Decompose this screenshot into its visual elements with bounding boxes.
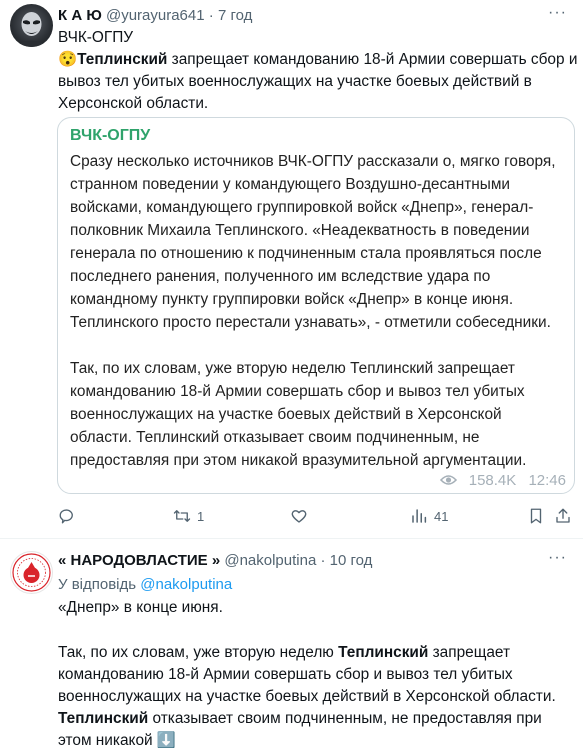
tweet-text-line-1: «Днепр» в конце июня. (58, 599, 223, 616)
reply-button[interactable] (58, 507, 82, 525)
bookmark-button[interactable] (527, 507, 545, 525)
user-avatar[interactable] (10, 4, 53, 47)
reply-handle-link[interactable]: @nakolputina (140, 576, 232, 593)
masked-figure-avatar-icon (14, 12, 49, 47)
card-title: ВЧК-ОГПУ (70, 127, 151, 144)
heart-icon (291, 510, 307, 523)
like-button[interactable] (290, 507, 314, 525)
narodovlastie-logo-icon (12, 553, 51, 592)
tweet-header: К А Ю @yurayura641 · 7 год (58, 6, 252, 26)
bookmark-icon (530, 508, 542, 524)
share-button[interactable] (554, 507, 572, 525)
card-paragraph-2: Так, по их словам, уже вторую неделю Теп… (70, 360, 527, 469)
display-name[interactable]: К А Ю (58, 7, 102, 24)
tweet-paragraph-3: Теплинский отказывает своим подчиненным,… (58, 708, 578, 748)
views-button[interactable]: 41 (410, 507, 448, 525)
retweet-icon (173, 510, 191, 522)
retweet-button[interactable]: 1 (173, 507, 204, 525)
card-views: 158.4K (468, 472, 517, 489)
emoji: 😯 (58, 51, 78, 68)
tweet-actions: 1 41 (58, 505, 570, 529)
bold-name: Теплинский (58, 710, 149, 727)
share-icon (556, 508, 570, 523)
view-count: 41 (434, 508, 449, 524)
tweet-header: « НАРОДОВЛАСТИЕ » @nakolputina · 10 год (58, 551, 372, 571)
reply-context: У відповідь @nakolputina (58, 576, 232, 593)
display-name[interactable]: « НАРОДОВЛАСТИЕ » (58, 552, 220, 569)
card-paragraph-1: Сразу несколько источников ВЧК-ОГПУ расс… (70, 153, 556, 331)
retweet-count: 1 (197, 508, 205, 524)
user-handle[interactable]: @yurayura641 (106, 7, 205, 24)
card-text: Сразу несколько источников ВЧК-ОГПУ расс… (70, 150, 566, 472)
user-handle[interactable]: @nakolputina (224, 552, 316, 569)
tweet-text: Так, по их словам, уже вторую неделю Теп… (58, 642, 578, 748)
reply-icon (59, 509, 73, 524)
card-time: 12:46 (528, 472, 566, 489)
down-arrow-emoji: ⬇️ (156, 732, 177, 748)
text-span: Так, по их словам, уже вторую неделю (58, 644, 339, 661)
user-avatar[interactable] (10, 551, 53, 594)
tweet-text: 😯Теплинский запрещает командованию 18-й … (58, 49, 578, 115)
card-stats: 158.4K 12:46 (439, 472, 566, 489)
quoted-post-card[interactable]: ВЧК-ОГПУ Сразу несколько источников ВЧК-… (57, 117, 575, 494)
timestamp[interactable]: 10 год (330, 552, 373, 569)
card-content: ВЧК-ОГПУ Сразу несколько источников ВЧК-… (58, 118, 574, 493)
analytics-icon (412, 509, 427, 523)
more-options-icon[interactable]: ··· (548, 549, 567, 567)
bold-name: Теплинский (77, 51, 168, 68)
timestamp[interactable]: 7 год (218, 7, 252, 24)
tweet-paragraph-2: Так, по их словам, уже вторую неделю Теп… (58, 642, 578, 708)
separator: · (208, 7, 214, 24)
eye-icon (439, 475, 457, 485)
bold-name: Теплинский (338, 644, 429, 661)
separator: · (320, 552, 326, 569)
reply-prefix: У відповідь (58, 576, 137, 593)
tweet-2[interactable]: « НАРОДОВЛАСТИЕ » @nakolputina · 10 год … (0, 539, 583, 748)
tweet-channel-line: ВЧК-ОГПУ (58, 29, 134, 46)
more-options-icon[interactable]: ··· (548, 4, 567, 22)
tweet-1[interactable]: К А Ю @yurayura641 · 7 год ··· ВЧК-ОГПУ … (0, 0, 583, 539)
